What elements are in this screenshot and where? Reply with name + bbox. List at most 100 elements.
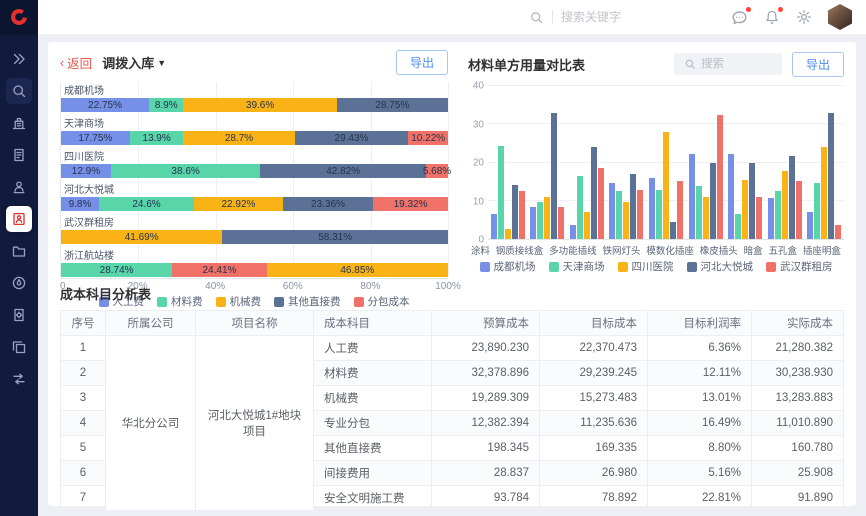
table-row: 1华北分公司河北大悦城1#地块项目人工费23,890.23022,370.473… xyxy=(61,336,844,361)
sidebar-item-folder[interactable] xyxy=(6,238,32,264)
bar xyxy=(742,180,748,240)
notification-dot xyxy=(778,7,783,12)
sidebar-item-search[interactable] xyxy=(6,78,32,104)
user-avatar[interactable] xyxy=(828,4,852,30)
bar-segment: 38.6% xyxy=(111,164,260,178)
actual-cost-cell: 21,280.382 xyxy=(752,336,844,361)
stacked-bar: 17.75%13.9%28.7%29.43%10.22% xyxy=(61,131,448,145)
bar-segment: 17.75% xyxy=(61,131,130,145)
bar-segment: 13.9% xyxy=(130,131,184,145)
x-tick-label: 模数化插座 xyxy=(646,243,694,257)
bar xyxy=(609,183,615,239)
bar-segment: 29.43% xyxy=(295,131,409,145)
x-tick-label: 80% xyxy=(360,281,380,292)
bar xyxy=(512,185,518,239)
sidebar-item-doc-edit[interactable] xyxy=(6,142,32,168)
bar-segment: 24.6% xyxy=(99,197,194,211)
sidebar-item-building[interactable] xyxy=(6,110,32,136)
legend-item[interactable]: 四川医院 xyxy=(618,259,674,274)
export-button-left[interactable]: 导出 xyxy=(396,50,448,75)
legend-label: 天津商场 xyxy=(563,259,605,274)
gear-icon[interactable] xyxy=(796,9,812,25)
row-index-cell: 6 xyxy=(61,461,106,486)
actual-cost-cell: 11,010.890 xyxy=(752,411,844,436)
legend-label: 河北大悦城 xyxy=(701,259,754,274)
building-icon xyxy=(11,115,27,131)
x-tick-label: 五孔盒 xyxy=(769,243,798,257)
legend-item[interactable]: 成都机场 xyxy=(480,259,536,274)
sidebar-item-report-settings[interactable] xyxy=(6,302,32,328)
search-icon[interactable] xyxy=(529,10,544,25)
bar xyxy=(570,225,576,239)
messages-icon[interactable] xyxy=(731,9,748,26)
legend-label: 成都机场 xyxy=(494,259,536,274)
stacked-bar: 22.75%8.9%39.6%28.75% xyxy=(61,98,448,112)
budget-cost-cell: 198.345 xyxy=(432,436,540,461)
bar xyxy=(782,171,788,239)
sidebar-item-user-audit[interactable] xyxy=(6,174,32,200)
expand-icon xyxy=(11,51,27,67)
target-cost-cell: 15,273.483 xyxy=(540,386,648,411)
bar xyxy=(544,197,550,240)
folder-icon xyxy=(11,243,27,259)
x-axis: 020%40%60%80%100% xyxy=(60,278,448,292)
target-cost-cell: 26.980 xyxy=(540,461,648,486)
chevron-left-icon: ‹ xyxy=(60,56,64,70)
sidebar-item-project-card[interactable] xyxy=(6,206,32,232)
row-index-cell: 4 xyxy=(61,411,106,436)
legend-item[interactable]: 武汉群租房 xyxy=(766,259,833,274)
global-search-input[interactable] xyxy=(561,10,671,24)
cost-analysis-section: 成本科目分析表 序号所属公司项目名称成本科目预算成本目标成本目标利润率实际成本 … xyxy=(60,282,844,511)
back-button[interactable]: ‹ 返回 xyxy=(60,53,92,72)
bar xyxy=(616,191,622,239)
bar-segment: 22.75% xyxy=(61,98,149,112)
export-button-right[interactable]: 导出 xyxy=(792,52,844,77)
page-title[interactable]: 调拨入库 xyxy=(102,53,154,72)
bell-icon[interactable] xyxy=(764,9,780,25)
grouped-bar-chart: 010203040涂料钢质接线盒多功能插线铁网灯头模数化插座橡皮插头暗盒五孔盒插… xyxy=(468,86,844,274)
legend-swatch xyxy=(549,262,559,272)
bar-group xyxy=(689,115,723,239)
brand-c-logo-icon xyxy=(9,7,29,27)
chart-plot-area xyxy=(488,86,844,240)
chevron-down-icon[interactable]: ▼ xyxy=(157,58,166,68)
doc-edit-icon xyxy=(11,147,27,163)
notification-dot xyxy=(746,7,751,12)
company-cell: 华北分公司 xyxy=(106,336,196,511)
sidebar-item-transfer[interactable] xyxy=(6,366,32,392)
bar-segment: 58.31% xyxy=(222,230,448,244)
app-logo[interactable] xyxy=(0,0,38,35)
column-header: 项目名称 xyxy=(196,311,314,336)
bar xyxy=(717,115,723,239)
legend-item[interactable]: 天津商场 xyxy=(549,259,605,274)
sidebar-item-ink-drop[interactable] xyxy=(6,270,32,296)
bar xyxy=(835,225,841,239)
bar xyxy=(828,113,834,239)
legend-item[interactable]: 河北大悦城 xyxy=(687,259,754,274)
row-index-cell: 3 xyxy=(61,386,106,411)
bar xyxy=(505,229,511,239)
stacked-bar-chart: 成都机场22.75%8.9%39.6%28.75%天津商场17.75%13.9%… xyxy=(60,79,448,309)
bar-segment: 42.82% xyxy=(260,164,426,178)
x-tick-label: 铁网灯头 xyxy=(603,243,641,257)
actual-cost-cell: 25.908 xyxy=(752,461,844,486)
sidebar-item-expand[interactable] xyxy=(6,46,32,72)
bar-group xyxy=(649,132,683,239)
actual-cost-cell: 13,283.883 xyxy=(752,386,844,411)
global-search xyxy=(529,10,671,25)
x-tick-label: 0 xyxy=(60,281,66,292)
bar-segment: 28.75% xyxy=(337,98,448,112)
bar xyxy=(498,146,504,240)
target-margin-cell: 5.16% xyxy=(648,461,752,486)
bar-segment: 28.74% xyxy=(61,263,172,277)
transfer-inbound-panel: ‹ 返回 调拨入库 ▼ 导出 成都机场22.75%8.9%39.6%28.75%… xyxy=(60,50,448,274)
budget-cost-cell: 19,289.309 xyxy=(432,386,540,411)
divider xyxy=(552,10,553,24)
bar xyxy=(551,113,557,239)
legend-label: 四川医院 xyxy=(632,259,674,274)
bar xyxy=(558,207,564,239)
target-cost-cell: 22,370.473 xyxy=(540,336,648,361)
sidebar-item-copy[interactable] xyxy=(6,334,32,360)
chart-search-input[interactable] xyxy=(701,58,761,70)
target-cost-cell: 169.335 xyxy=(540,436,648,461)
